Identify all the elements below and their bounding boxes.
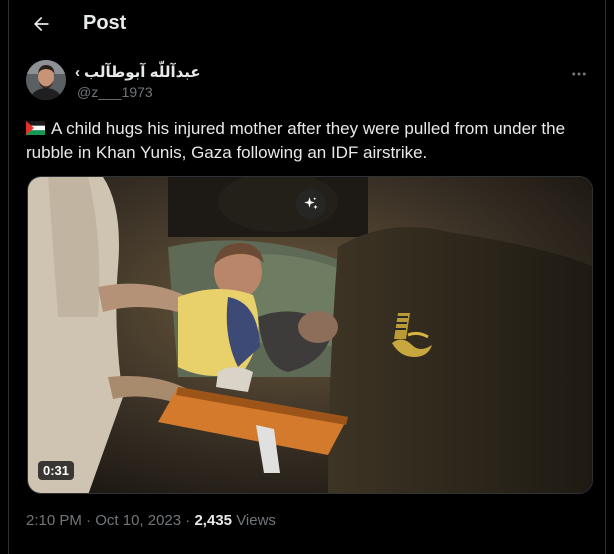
page-header: Post: [9, 0, 605, 48]
meta-separator: ·: [86, 512, 92, 529]
channel-logo-watermark: [392, 313, 432, 357]
meta-separator-2: ·: [185, 512, 191, 529]
more-horizontal-icon: [572, 72, 586, 76]
post-date[interactable]: Oct 10, 2023: [95, 512, 181, 529]
video-duration: 0:31: [38, 461, 75, 480]
post-page: Post ‹ عبدآللّه آبوطآلب @z___1973 A chil…: [8, 0, 606, 554]
views-count: 2,435: [194, 512, 233, 529]
author-name-row[interactable]: ‹ عبدآللّه آبوطآلب: [75, 62, 201, 82]
sparkle-icon: [304, 197, 318, 210]
author-handle[interactable]: @z___1973: [77, 84, 153, 100]
palestine-flag-icon: [26, 121, 45, 135]
author-display-name[interactable]: عبدآللّه آبوطآلب: [84, 63, 201, 81]
avatar[interactable]: [26, 60, 66, 100]
views-label: Views: [236, 512, 276, 529]
arrow-left-icon: [34, 16, 49, 32]
more-options-button[interactable]: [565, 60, 593, 88]
post-text: A child hugs his injured mother after th…: [26, 119, 566, 162]
post-meta: 2:10 PM · Oct 10, 2023 · 2,435 Views: [26, 512, 276, 529]
video-player[interactable]: 0:31: [27, 176, 593, 494]
video-thumbnail: [28, 177, 592, 493]
post-time[interactable]: 2:10 PM: [26, 512, 82, 529]
post-text-container: A child hugs his injured mother after th…: [26, 117, 596, 165]
back-button[interactable]: [25, 8, 57, 40]
page-title: Post: [83, 12, 127, 34]
user-avatar: [26, 60, 66, 100]
grok-button[interactable]: [296, 189, 326, 219]
name-suffix: ‹: [75, 63, 80, 81]
